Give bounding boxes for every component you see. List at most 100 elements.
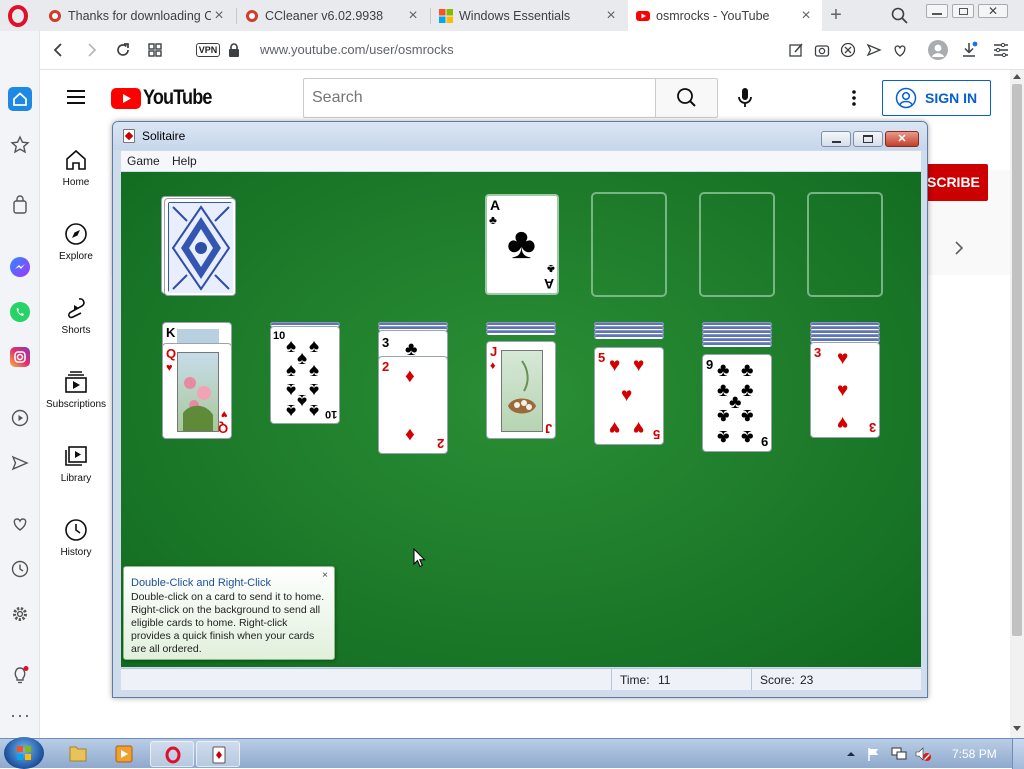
messenger-icon[interactable] xyxy=(10,257,30,277)
lock-icon[interactable] xyxy=(228,42,240,58)
tableau-card-two-of-diamonds[interactable]: 2 ♦ ♦ 2 xyxy=(378,356,448,454)
new-tab-button[interactable]: + xyxy=(826,4,846,26)
taskbar-media-player[interactable] xyxy=(102,741,146,767)
speed-dial-home-icon[interactable] xyxy=(8,87,32,111)
vpn-badge[interactable]: VPN xyxy=(196,43,220,57)
youtube-logo[interactable]: YouTube xyxy=(111,86,223,110)
back-arrow-icon[interactable] xyxy=(50,41,68,59)
tab-thanks-download[interactable]: Thanks for downloading C × xyxy=(40,0,235,31)
instagram-icon[interactable] xyxy=(10,347,30,367)
search-tabs-icon[interactable] xyxy=(890,6,910,26)
close-tab-icon[interactable]: × xyxy=(798,7,814,25)
lightbulb-icon[interactable] xyxy=(10,665,30,685)
menu-help[interactable]: Help xyxy=(172,154,197,168)
minimize-window-button[interactable] xyxy=(926,4,948,18)
hamburger-menu-icon[interactable] xyxy=(65,88,87,106)
foundation-empty-slot[interactable] xyxy=(807,192,883,297)
foundation-ace-of-clubs[interactable]: A ♣ ♣ A ♣ xyxy=(485,194,559,295)
club-suit-icon: ♣ xyxy=(547,262,555,276)
downloads-icon[interactable] xyxy=(960,41,978,59)
chevron-right-icon[interactable] xyxy=(951,240,967,256)
tab-grid-icon[interactable] xyxy=(146,41,164,59)
tableau-card-five-of-hearts[interactable]: 5 ♥ ♥ ♥ ♥ ♥ 5 xyxy=(594,347,664,445)
nav-label: History xyxy=(60,547,92,558)
search-button[interactable] xyxy=(655,78,718,118)
solitaire-title-bar[interactable]: Solitaire ✕ xyxy=(113,122,927,150)
menu-game[interactable]: Game xyxy=(127,154,160,168)
whatsapp-icon[interactable] xyxy=(10,302,30,322)
tableau-card-jack-of-diamonds[interactable]: J ♦ J xyxy=(486,341,556,439)
easy-setup-icon[interactable] xyxy=(992,41,1010,59)
voice-search-microphone-icon[interactable] xyxy=(735,86,755,110)
tip-close-icon[interactable]: × xyxy=(322,570,328,581)
search-icon xyxy=(677,88,696,107)
youtube-logo-text: YouTube xyxy=(143,86,212,109)
show-hidden-icons-icon[interactable] xyxy=(846,749,856,759)
url-field[interactable]: www.youtube.com/user/osmrocks xyxy=(260,42,454,57)
tableau-card-queen-of-hearts[interactable]: Q ♥ Q ♥ xyxy=(162,343,232,439)
show-desktop-button[interactable] xyxy=(1012,739,1024,769)
nav-subscriptions[interactable]: Subscriptions xyxy=(41,370,111,410)
close-tab-icon[interactable]: × xyxy=(405,7,421,25)
solitaire-minimize-button[interactable] xyxy=(821,131,851,147)
settings-more-vertical-icon[interactable] xyxy=(849,88,859,108)
close-window-button[interactable]: ✕ xyxy=(978,4,1008,18)
forward-arrow-icon[interactable] xyxy=(82,41,100,59)
tableau-card-ten-of-spades[interactable]: 10 ♠ ♠ ♠ ♠ ♠ ♠ ♠ ♠ ♠ ♠ 10 xyxy=(270,326,340,424)
reload-icon[interactable] xyxy=(114,41,132,59)
network-icon[interactable] xyxy=(890,746,908,762)
shopping-bag-icon[interactable] xyxy=(10,195,30,215)
nav-home[interactable]: Home xyxy=(41,148,111,188)
restore-window-button[interactable] xyxy=(952,4,974,18)
opera-menu-icon[interactable] xyxy=(6,4,30,28)
tab-youtube[interactable]: osmrocks - YouTube × xyxy=(628,0,822,31)
send-icon[interactable] xyxy=(866,42,882,58)
volume-muted-icon[interactable] xyxy=(914,746,932,762)
ad-blocker-icon[interactable] xyxy=(840,42,856,58)
taskbar-opera[interactable] xyxy=(150,741,194,767)
edit-page-icon[interactable] xyxy=(788,42,804,58)
nav-shorts[interactable]: Shorts xyxy=(41,296,111,336)
start-orb-button[interactable] xyxy=(4,737,44,769)
solitaire-maximize-button[interactable] xyxy=(853,131,883,147)
stock-pile-card-back[interactable] xyxy=(164,198,236,296)
tableau-card-nine-of-clubs[interactable]: 9 ♣ ♣ ♣ ♣ ♣ ♣ ♣ ♣ ♣ 9 xyxy=(702,354,772,452)
snapshot-camera-icon[interactable] xyxy=(814,42,830,58)
tableau-card-three-of-hearts[interactable]: 3 ♥ ♥ ♥ 3 xyxy=(810,342,880,438)
browser-tab-strip: Thanks for downloading C × CCleaner v6.0… xyxy=(0,0,1024,31)
folder-icon xyxy=(69,746,87,762)
history-clock-icon[interactable] xyxy=(10,559,30,579)
scrollbar-thumb[interactable] xyxy=(1012,84,1022,636)
tab-ccleaner[interactable]: CCleaner v6.02.9938 × xyxy=(237,0,429,31)
heart-icon[interactable] xyxy=(10,514,30,534)
send-flow-icon[interactable] xyxy=(10,453,30,473)
tab-title: Windows Essentials xyxy=(459,8,571,23)
spade-suit-icon: ♠ xyxy=(286,379,297,400)
nav-explore[interactable]: Explore xyxy=(41,222,111,262)
card-back-pattern xyxy=(169,203,233,293)
solitaire-close-button[interactable]: ✕ xyxy=(885,131,919,147)
sign-in-button[interactable]: SIGN IN xyxy=(882,80,991,116)
time-label: Time: xyxy=(620,673,650,687)
profile-avatar[interactable] xyxy=(928,40,948,60)
bookmarks-star-icon[interactable] xyxy=(10,135,30,155)
favorite-heart-icon[interactable] xyxy=(892,42,908,58)
close-tab-icon[interactable]: × xyxy=(211,7,227,25)
foundation-empty-slot[interactable] xyxy=(699,192,775,297)
nav-history[interactable]: History xyxy=(41,518,111,558)
close-tab-icon[interactable]: × xyxy=(603,7,619,25)
taskbar-explorer[interactable] xyxy=(56,741,100,767)
action-center-flag-icon[interactable] xyxy=(866,746,882,762)
game-board[interactable]: A ♣ ♣ A ♣ K Q ♥ Q ♥ 10 ♠ ♠ ♠ ♠ ♠ ♠ ♠ ♠ ♠… xyxy=(121,172,921,667)
settings-gear-icon[interactable] xyxy=(10,604,30,624)
player-icon[interactable] xyxy=(10,408,30,428)
opera-icon xyxy=(165,746,181,764)
search-input[interactable]: Search xyxy=(303,78,655,118)
page-scrollbar[interactable] xyxy=(1010,70,1024,738)
taskbar-clock[interactable]: 7:58 PM xyxy=(952,747,997,761)
nav-library[interactable]: Library xyxy=(41,444,111,484)
taskbar-solitaire[interactable] xyxy=(196,741,240,767)
tab-windows-essentials[interactable]: Windows Essentials × xyxy=(431,0,627,31)
more-options-icon[interactable]: ··· xyxy=(10,706,30,725)
foundation-empty-slot[interactable] xyxy=(591,192,667,297)
